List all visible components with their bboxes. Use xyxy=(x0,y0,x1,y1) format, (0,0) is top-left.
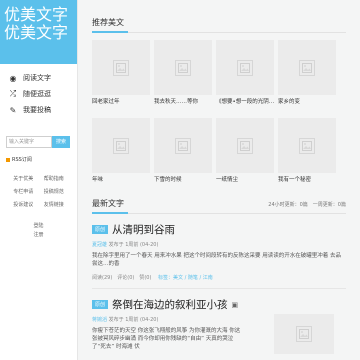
shuffle-icon: ⤮ xyxy=(9,89,17,98)
nav-item-random[interactable]: ⤮ 随便逛逛 xyxy=(0,86,77,102)
image-placeholder-icon xyxy=(175,137,191,154)
link-guidelines[interactable]: 投稿规范 xyxy=(39,188,70,195)
card-caption[interactable]: 家乡的变 xyxy=(278,95,336,118)
post-excerpt: 我在除字里用了一个春天 用来冲水果 把这个时间段转有的反陈这采要 用读读的开水在… xyxy=(92,253,341,267)
recommend-card[interactable]: 年味 xyxy=(92,118,150,196)
post-author[interactable]: 夏冠雄 xyxy=(92,242,107,248)
post-title[interactable]: 从清明到谷雨 xyxy=(112,222,175,237)
section-divider xyxy=(92,31,346,33)
category-tag[interactable]: 原创 xyxy=(92,225,109,234)
link-column[interactable]: 专栏申请 xyxy=(8,188,39,195)
image-placeholder-icon xyxy=(299,59,315,76)
card-caption[interactable]: 一纸情尘 xyxy=(216,173,274,196)
thumbnail[interactable] xyxy=(92,118,150,173)
thumbnail[interactable] xyxy=(216,40,274,95)
post-counts: 阅读(29) 评论(0) 赞(0) xyxy=(92,275,157,281)
latest-title: 最新文字 xyxy=(92,199,124,208)
site-logo-text[interactable]: 优美文字优美文字 xyxy=(4,5,68,42)
thumbnail[interactable] xyxy=(278,118,336,173)
link-about[interactable]: 关于优美 xyxy=(8,175,39,182)
thumbnail[interactable] xyxy=(216,118,274,173)
nav-label: 我要投稿 xyxy=(23,106,51,114)
update-stats: 24小时更新：0篇 一周更新：0篇 xyxy=(268,202,346,208)
recommend-grid: 回老家过年 我去秋天……等你 《想要•想一段的光阴…… 家乡的变 年味 下雪的时… xyxy=(92,40,360,196)
post-meta: 夏冠雄 发布于 1周前 (04-20) xyxy=(92,241,346,248)
link-friends[interactable]: 友情链接 xyxy=(39,201,70,208)
link-help[interactable]: 帮助指南 xyxy=(39,175,70,182)
post-date: 发布于 1周前 (04-20) xyxy=(108,317,159,323)
image-placeholder-icon xyxy=(299,137,315,154)
card-caption[interactable]: 回老家过年 xyxy=(92,95,150,118)
section-divider xyxy=(92,212,346,214)
recommend-card[interactable]: 下雪的时候 xyxy=(154,118,212,196)
card-caption[interactable]: 《想要•想一段的光阴…… xyxy=(216,95,274,118)
post-actions: 阅读(29) 评论(0) 赞(0) 标签：美文 / 随笔 / 江南 xyxy=(92,274,346,281)
post-thumbnail[interactable] xyxy=(274,314,334,354)
category-tag[interactable]: 原创 xyxy=(92,300,109,309)
site-logo[interactable]: 优美文字优美文字 xyxy=(0,0,77,64)
card-caption[interactable]: 我去秋天……等你 xyxy=(154,95,212,118)
recommend-title: 推荐美文 xyxy=(92,18,124,27)
post-item: 原创 从清明到谷雨 夏冠雄 发布于 1周前 (04-20) 我在除字里用了一个春… xyxy=(92,222,346,289)
image-placeholder-icon xyxy=(113,137,129,154)
recommend-card[interactable]: 回老家过年 xyxy=(92,40,150,118)
post-divider xyxy=(92,288,346,289)
sidebar-nav: ◉ 阅读文字 ⤮ 随便逛逛 ✎ 我要投稿 xyxy=(0,70,77,118)
recommend-card[interactable]: 我有一个秘密 xyxy=(278,118,336,196)
thumbnail[interactable] xyxy=(92,40,150,95)
nav-label: 阅读文字 xyxy=(23,74,51,82)
card-caption[interactable]: 下雪的时候 xyxy=(154,173,212,196)
image-placeholder-icon xyxy=(175,59,191,76)
rss-icon xyxy=(6,157,10,162)
link-feedback[interactable]: 投诉建议 xyxy=(8,201,39,208)
thumbnail[interactable] xyxy=(154,40,212,95)
card-caption[interactable]: 年味 xyxy=(92,173,150,196)
post-item: 原创 祭倒在海边的叙利亚小孩 ▣ 蒋婉滔 发布于 1周前 (04-20) 你瘦下… xyxy=(92,297,346,354)
image-placeholder-icon xyxy=(237,59,253,76)
main-content: 推荐美文 回老家过年 我去秋天……等你 《想要•想一段的光阴…… 家乡的变 年味… xyxy=(92,0,360,354)
search-input[interactable]: 输入关键字 xyxy=(6,136,52,148)
search-box: 输入关键字 搜索 xyxy=(6,136,77,148)
post-date: 发布于 1周前 (04-20) xyxy=(108,242,159,248)
nav-label: 随便逛逛 xyxy=(23,90,51,98)
eye-icon: ◉ xyxy=(9,73,17,83)
image-placeholder-icon xyxy=(237,137,253,154)
post-title[interactable]: 祭倒在海边的叙利亚小孩 xyxy=(112,297,228,312)
search-button[interactable]: 搜索 xyxy=(52,136,70,148)
rss-link[interactable]: RSS订阅 xyxy=(6,156,77,163)
post-author[interactable]: 蒋婉滔 xyxy=(92,317,107,323)
nav-item-read[interactable]: ◉ 阅读文字 xyxy=(0,70,77,86)
login-link[interactable]: 登陆 xyxy=(0,222,77,231)
image-placeholder-icon xyxy=(296,326,312,342)
footer-links: 关于优美 帮助指南 专栏申请 投稿规范 投诉建议 友情链接 xyxy=(0,175,77,208)
sidebar: 优美文字优美文字 ◉ 阅读文字 ⤮ 随便逛逛 ✎ 我要投稿 输入关键字 搜索 R… xyxy=(0,0,78,360)
register-link[interactable]: 注册 xyxy=(0,231,77,240)
recommend-card[interactable]: 《想要•想一段的光阴…… xyxy=(216,40,274,118)
card-caption[interactable]: 我有一个秘密 xyxy=(278,173,336,196)
image-placeholder-icon xyxy=(113,59,129,76)
rss-label: RSS订阅 xyxy=(12,157,32,163)
post-excerpt: 你瘦下苍茫的天空 你这张飞翔般的风筝 为你灌溉的大海 你这张被冥风碎步幽涌 而今… xyxy=(92,328,241,350)
latest-header: 最新文字 24小时更新：0篇 一周更新：0篇 xyxy=(92,198,346,209)
auth-links: 登陆 注册 xyxy=(0,222,77,240)
nav-item-submit[interactable]: ✎ 我要投稿 xyxy=(0,102,77,118)
image-icon: ▣ xyxy=(231,300,239,309)
recommend-card[interactable]: 家乡的变 xyxy=(278,40,336,118)
post-tags[interactable]: 标签：美文 / 随笔 / 江南 xyxy=(158,275,213,281)
pencil-icon: ✎ xyxy=(9,105,17,115)
thumbnail[interactable] xyxy=(154,118,212,173)
recommend-card[interactable]: 一纸情尘 xyxy=(216,118,274,196)
post-meta: 蒋婉滔 发布于 1周前 (04-20) xyxy=(92,316,242,323)
recommend-card[interactable]: 我去秋天……等你 xyxy=(154,40,212,118)
thumbnail[interactable] xyxy=(278,40,336,95)
